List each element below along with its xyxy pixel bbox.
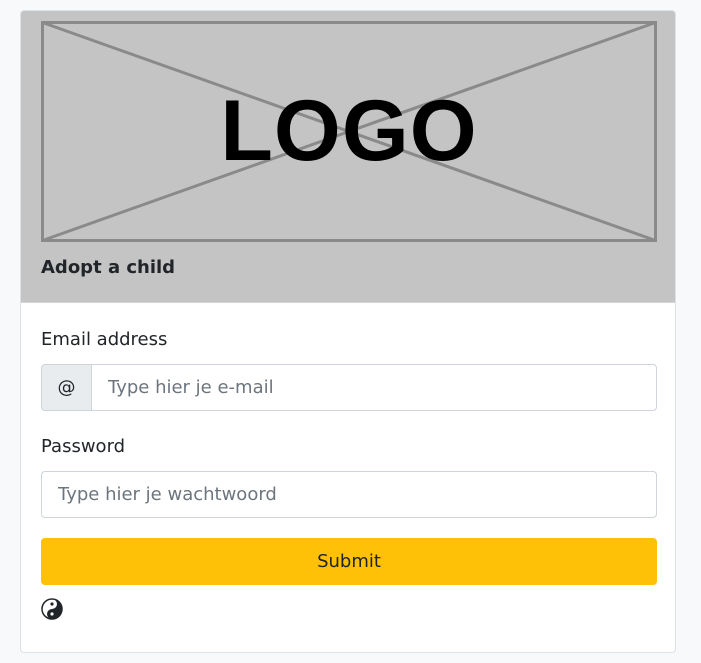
submit-button[interactable]: Submit [41,538,657,585]
theme-toggle-button[interactable] [41,598,63,620]
email-input-group: @ [41,364,657,411]
page-title: Adopt a child [41,257,176,278]
logo-placeholder: LOGO [41,21,657,242]
password-label: Password [41,436,126,457]
logo-text: LOGO [220,83,478,179]
yin-yang-icon [41,598,63,620]
email-label: Email address [41,329,168,350]
email-input[interactable] [91,364,657,411]
at-sign-prefix: @ [41,364,91,411]
login-card: LOGO Adopt a child Email address @ Passw… [20,10,676,653]
password-input[interactable] [41,471,657,518]
card-header: LOGO Adopt a child [21,11,675,303]
